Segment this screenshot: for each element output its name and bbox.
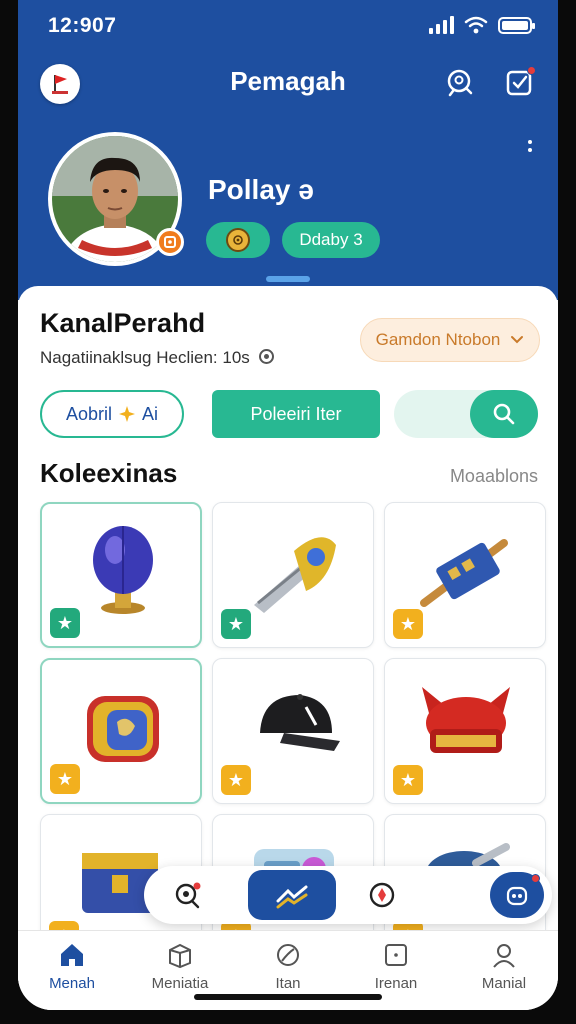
notification-dot (527, 66, 536, 75)
avatar-status-badge (156, 228, 184, 256)
battery-icon (498, 16, 535, 34)
gold-cannon-icon (254, 537, 336, 613)
collection-item-orb[interactable]: ★ (40, 502, 202, 648)
filter-dropdown[interactable]: Gamdon Ntobon (360, 318, 540, 362)
trophy-shield-icon (87, 696, 159, 762)
see-more-link[interactable]: Moaablons (450, 466, 538, 487)
ai-button-suffix: Ai (142, 403, 159, 424)
nav-label: Menah (49, 975, 95, 992)
black-cap-icon (260, 694, 340, 751)
nav-label: Irenan (374, 975, 418, 992)
rarity-star-icon: ★ (393, 765, 423, 795)
search-knob[interactable] (470, 390, 538, 438)
tasks-button[interactable] (502, 64, 538, 100)
rarity-star-icon: ★ (393, 609, 423, 639)
dropdown-label: Gamdon Ntobon (375, 330, 501, 349)
ai-button-label: Aobril (65, 403, 112, 424)
sparkle-icon (119, 406, 135, 422)
compass-icon (369, 882, 395, 908)
status-time: 12:907 (48, 14, 117, 37)
chevron-down-icon (511, 336, 524, 344)
user-icon (493, 944, 515, 968)
rarity-star-icon: ★ (50, 764, 80, 794)
rarity-star-icon: ★ (221, 765, 251, 795)
chat-search-icon (447, 69, 473, 97)
status-icons (429, 16, 535, 34)
coin-chip[interactable] (206, 222, 270, 258)
search-toggle[interactable] (394, 390, 538, 438)
collection-item-cannon[interactable]: ★ (212, 502, 374, 648)
chat-search-button[interactable] (442, 64, 478, 100)
compass-button[interactable] (362, 875, 402, 915)
profile-name: Pollay ə (208, 174, 314, 205)
primary-action-label: Poleeiri Iter (250, 403, 342, 424)
app-screen: 12:907 Pemagah Pollay ə Ddaby 3 KanalPer… (18, 0, 558, 1010)
ai-button[interactable]: Aobril Ai (40, 390, 184, 438)
info-icon[interactable] (258, 349, 274, 365)
level-chip[interactable]: Ddaby 3 (282, 222, 380, 258)
primary-action-button[interactable]: Poleeiri Iter (212, 390, 380, 438)
trade-button[interactable] (248, 870, 336, 920)
collection-item-scroll[interactable]: ★ (384, 502, 546, 648)
collection-item-helmet[interactable]: ★ (384, 658, 546, 804)
drag-handle[interactable] (266, 276, 310, 282)
home-indicator (194, 994, 382, 1000)
profile-fab[interactable] (490, 872, 544, 918)
crystal-orb-icon (93, 526, 153, 614)
square-icon (385, 944, 407, 966)
search-icon (493, 403, 515, 425)
nav-item-home[interactable]: Menah (18, 931, 126, 1010)
box-icon (169, 943, 191, 969)
scan-icon (175, 882, 201, 909)
coin-icon (226, 228, 250, 252)
leaf-icon (277, 944, 299, 966)
more-options-icon[interactable] (526, 140, 534, 152)
signal-icon (429, 16, 454, 34)
notification-dot (531, 874, 540, 883)
wifi-icon (464, 16, 488, 34)
rarity-star-icon: ★ (50, 608, 80, 638)
section-title: KanalPerahd (40, 308, 206, 338)
nav-label: Itan (275, 975, 301, 992)
section-subtitle: Nagatiinaklsug Heclien: 10s (40, 348, 274, 368)
blue-scroll-icon (420, 539, 508, 607)
nav-item-profile[interactable]: Manial (450, 931, 558, 1010)
collection-item-shield[interactable]: ★ (40, 658, 202, 804)
robot-icon (506, 886, 528, 906)
badge-icon (164, 236, 176, 248)
collection-item-cap[interactable]: ★ (212, 658, 374, 804)
collection-title: Koleexinas (40, 458, 178, 488)
subtitle-text: Nagatiinaklsug Heclien: 10s (40, 348, 250, 367)
scan-button[interactable] (168, 875, 208, 915)
trend-icon (276, 885, 308, 909)
rarity-star-icon: ★ (221, 609, 251, 639)
floating-action-bar (144, 866, 552, 924)
nav-label: Manial (481, 975, 527, 992)
status-bar: 12:907 (18, 0, 558, 52)
nav-label: Meniatia (151, 975, 209, 992)
red-helmet-icon (422, 687, 510, 753)
home-icon (61, 944, 83, 966)
